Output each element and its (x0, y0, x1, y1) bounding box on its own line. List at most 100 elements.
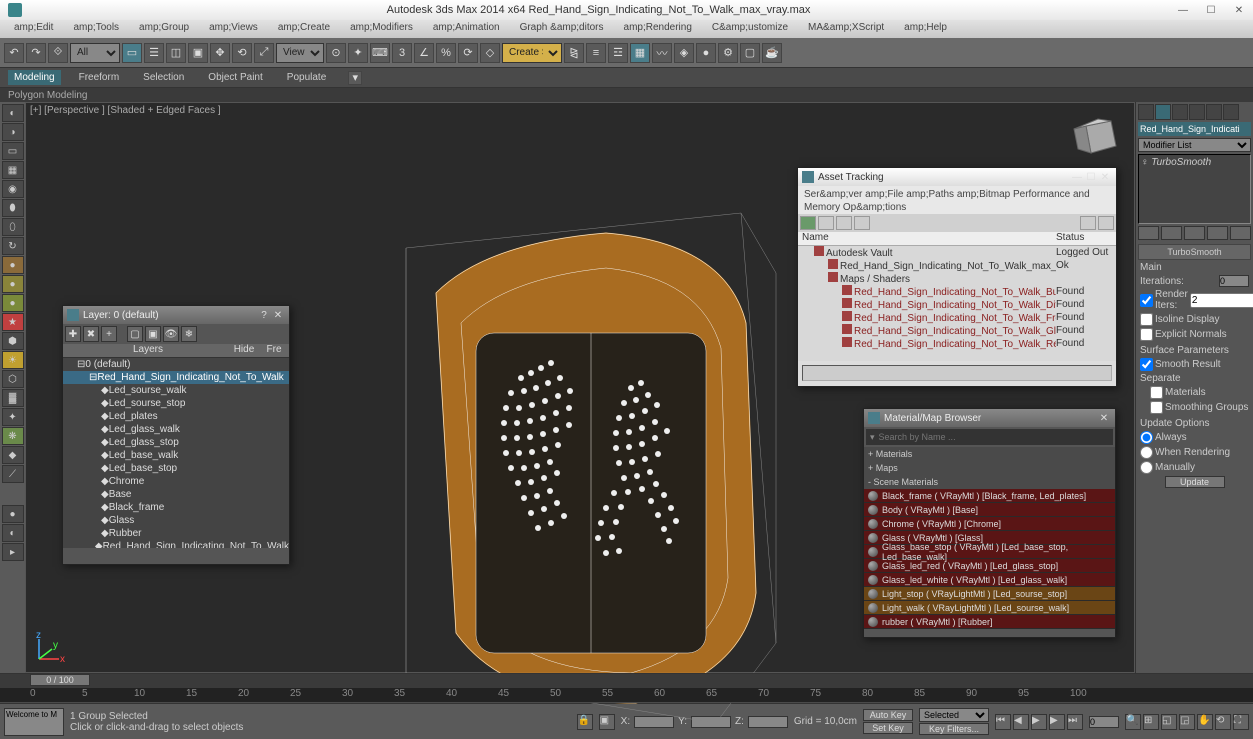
asset-btn4[interactable] (854, 216, 870, 230)
asset-btn5[interactable] (1080, 216, 1096, 230)
menu-edit[interactable]: amp;Edit (4, 20, 63, 38)
update-button[interactable]: Update (1165, 476, 1225, 488)
maximize-viewport-button[interactable]: ⛶ (1233, 714, 1249, 730)
asset-btn3[interactable] (836, 216, 852, 230)
scale-button[interactable]: ⤢ (254, 43, 274, 63)
tool-16[interactable]: ▓ (2, 389, 24, 407)
redo-button[interactable]: ↷ (26, 43, 46, 63)
layer-row[interactable]: ◆ Led_plates (63, 410, 289, 423)
close-button[interactable]: ✕ (1225, 0, 1253, 20)
layer-row[interactable]: ◆ Base (63, 488, 289, 501)
link-button[interactable]: ⟐ (48, 43, 68, 63)
key-mode-select[interactable]: Selected (919, 708, 989, 722)
tab-selection[interactable]: Selection (137, 70, 190, 85)
menu-group[interactable]: amp;Group (129, 20, 199, 38)
schematic-view-button[interactable]: ◈ (674, 43, 694, 63)
window-crossing-button[interactable]: ▣ (188, 43, 208, 63)
material-row[interactable]: Glass_base_stop ( VRayMtl ) [Led_base_st… (864, 545, 1115, 559)
layer-row[interactable]: ◆ Led_sourse_stop (63, 397, 289, 410)
tool-18[interactable]: ❋ (2, 427, 24, 445)
asset-refresh-button[interactable] (800, 216, 816, 230)
tool-20[interactable]: ⟋ (2, 465, 24, 483)
asset-row[interactable]: Red_Hand_Sign_Indicating_Not_To_Walk_Ref… (798, 337, 1116, 350)
hierarchy-tab[interactable] (1172, 104, 1188, 120)
ribbon-toggle-button[interactable]: ▾ (348, 71, 362, 85)
asset-btn2[interactable] (818, 216, 834, 230)
zoom-all-button[interactable]: ⊞ (1143, 714, 1159, 730)
angle-snap-button[interactable]: ∠ (414, 43, 434, 63)
tool-14[interactable]: ☀ (2, 351, 24, 369)
material-row[interactable]: rubber ( VRayMtl ) [Rubber] (864, 615, 1115, 629)
create-tab[interactable] (1138, 104, 1154, 120)
tool-2[interactable]: ◑ (2, 123, 24, 141)
tool-21[interactable]: ● (2, 505, 24, 523)
explicit-check[interactable] (1140, 328, 1153, 341)
maximize-button[interactable]: ☐ (1197, 0, 1225, 20)
isoline-check[interactable] (1140, 313, 1153, 326)
material-row[interactable]: Body ( VRayMtl ) [Base] (864, 503, 1115, 517)
menu-animation[interactable]: amp;Animation (423, 20, 510, 38)
matbrowser-close-button[interactable]: ✕ (1097, 413, 1111, 424)
pin-stack-button[interactable] (1138, 226, 1159, 240)
render-setup-button[interactable]: ⚙ (718, 43, 738, 63)
layers-close-button[interactable]: ✕ (271, 310, 285, 321)
menu-create[interactable]: amp;Create (268, 20, 340, 38)
smooth-result-check[interactable] (1140, 358, 1153, 371)
move-button[interactable]: ✥ (210, 43, 230, 63)
tool-4[interactable]: ▦ (2, 161, 24, 179)
select-object-button[interactable]: ▭ (122, 43, 142, 63)
select-name-button[interactable]: ☰ (144, 43, 164, 63)
spinner-snap-button[interactable]: ⟳ (458, 43, 478, 63)
orbit-button[interactable]: ⟲ (1215, 714, 1231, 730)
edit-named-button[interactable]: ◇ (480, 43, 500, 63)
align-button[interactable]: ≡ (586, 43, 606, 63)
layers-tree[interactable]: ⊟ 0 (default)⊟ Red_Hand_Sign_Indicating_… (63, 358, 289, 548)
freeze-button[interactable]: ❄ (181, 326, 197, 342)
x-coord-input[interactable] (634, 716, 674, 728)
show-end-button[interactable] (1161, 226, 1182, 240)
add-to-layer-button[interactable]: + (101, 326, 117, 342)
minimize-button[interactable]: — (1169, 0, 1197, 20)
tool-7[interactable]: ⬯ (2, 218, 24, 236)
zoom-region-button[interactable]: ◲ (1179, 714, 1195, 730)
layer-row[interactable]: ◆ Led_base_walk (63, 449, 289, 462)
asset-row[interactable]: Red_Hand_Sign_Indicating_Not_To_Walk_Glo… (798, 324, 1116, 337)
tool-6[interactable]: ⬮ (2, 199, 24, 217)
tab-populate[interactable]: Populate (281, 70, 332, 85)
configure-sets-button[interactable] (1230, 226, 1251, 240)
material-editor-button[interactable]: ● (696, 43, 716, 63)
menu-tools[interactable]: amp;Tools (63, 20, 129, 38)
menu-help[interactable]: amp;Help (894, 20, 957, 38)
setkey-button[interactable]: Set Key (863, 722, 913, 734)
layer-row[interactable]: ⊟ Red_Hand_Sign_Indicating_Not_To_Walk (63, 371, 289, 384)
layer-row[interactable]: ◆ Led_glass_walk (63, 423, 289, 436)
current-frame-input[interactable] (1089, 716, 1119, 728)
select-manipulate-button[interactable]: ✦ (348, 43, 368, 63)
select-highlight-button[interactable]: ▢ (127, 326, 143, 342)
asset-min-button[interactable]: — (1070, 172, 1084, 183)
percent-snap-button[interactable]: % (436, 43, 456, 63)
materials-check[interactable] (1150, 386, 1163, 399)
z-coord-input[interactable] (748, 716, 788, 728)
reference-coord-select[interactable]: View (276, 43, 324, 63)
asset-btn6[interactable] (1098, 216, 1114, 230)
tool-12[interactable]: ★ (2, 313, 24, 331)
layer-row[interactable]: ⊟ 0 (default) (63, 358, 289, 371)
remove-modifier-button[interactable] (1207, 226, 1228, 240)
modifier-list-select[interactable]: Modifier List (1138, 138, 1251, 152)
layers-help-button[interactable]: ? (257, 310, 271, 321)
menu-views[interactable]: amp;Views (199, 20, 268, 38)
asset-menu[interactable]: Ser&amp;ver amp;File amp;Paths amp;Bitma… (798, 186, 1116, 214)
render-iters-input[interactable] (1190, 293, 1253, 308)
time-ruler[interactable]: 0510152025303540455055606570758085909510… (0, 688, 1253, 702)
render-iters-check[interactable] (1140, 294, 1153, 307)
menu-customize[interactable]: C&amp;ustomize (702, 20, 798, 38)
material-row[interactable]: Light_stop ( VRayLightMtl ) [Led_sourse_… (864, 587, 1115, 601)
tool-8[interactable]: ↻ (2, 237, 24, 255)
viewport-label[interactable]: [+] [Perspective ] [Shaded + Edged Faces… (30, 105, 221, 116)
goto-start-button[interactable]: ⏮ (995, 714, 1011, 730)
display-tab[interactable] (1206, 104, 1222, 120)
tool-10[interactable]: ● (2, 275, 24, 293)
render-frame-button[interactable]: ▢ (740, 43, 760, 63)
next-frame-button[interactable]: ▶ (1049, 714, 1065, 730)
